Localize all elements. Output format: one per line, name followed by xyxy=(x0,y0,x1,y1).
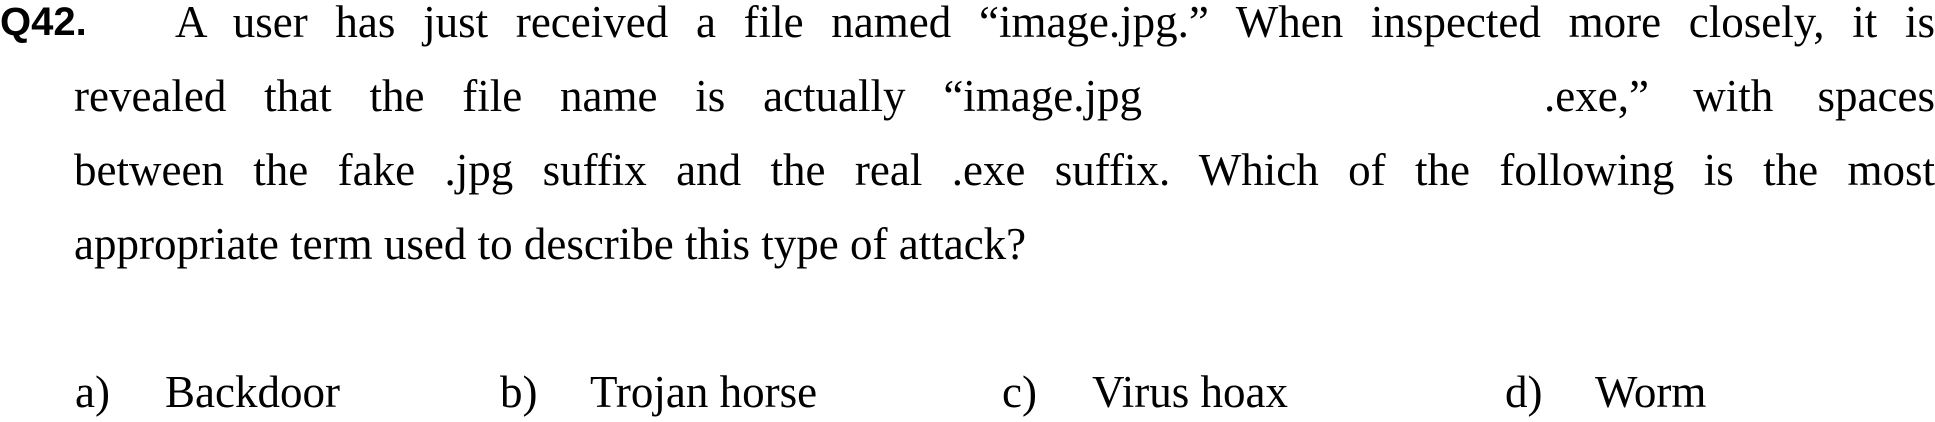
question-number: Q42. xyxy=(0,0,87,44)
question-text-line-2-start: revealed that the file name is actually … xyxy=(74,71,1142,121)
option-text: Trojan horse xyxy=(590,367,818,417)
option-text: Worm xyxy=(1595,367,1707,417)
question-text-line-1: A user has just received a file named “i… xyxy=(175,0,1935,47)
option-text: Virus hoax xyxy=(1092,367,1289,417)
question-block: Q42. A user has just received a file nam… xyxy=(0,0,1935,300)
option-letter: d) xyxy=(1505,367,1543,417)
option-letter: c) xyxy=(1002,367,1037,417)
question-text-line-3: between the fake .jpg suffix and the rea… xyxy=(74,145,1935,195)
option-text: Backdoor xyxy=(165,367,340,417)
question-text-line-4: appropriate term used to describe this t… xyxy=(74,219,1027,269)
answer-options: a) Backdoor b) Trojan horse c) Virus hoa… xyxy=(0,366,1935,422)
option-letter: a) xyxy=(75,367,110,417)
option-letter: b) xyxy=(500,367,538,417)
question-text-line-2-end: .exe,” with spaces xyxy=(1544,71,1935,121)
